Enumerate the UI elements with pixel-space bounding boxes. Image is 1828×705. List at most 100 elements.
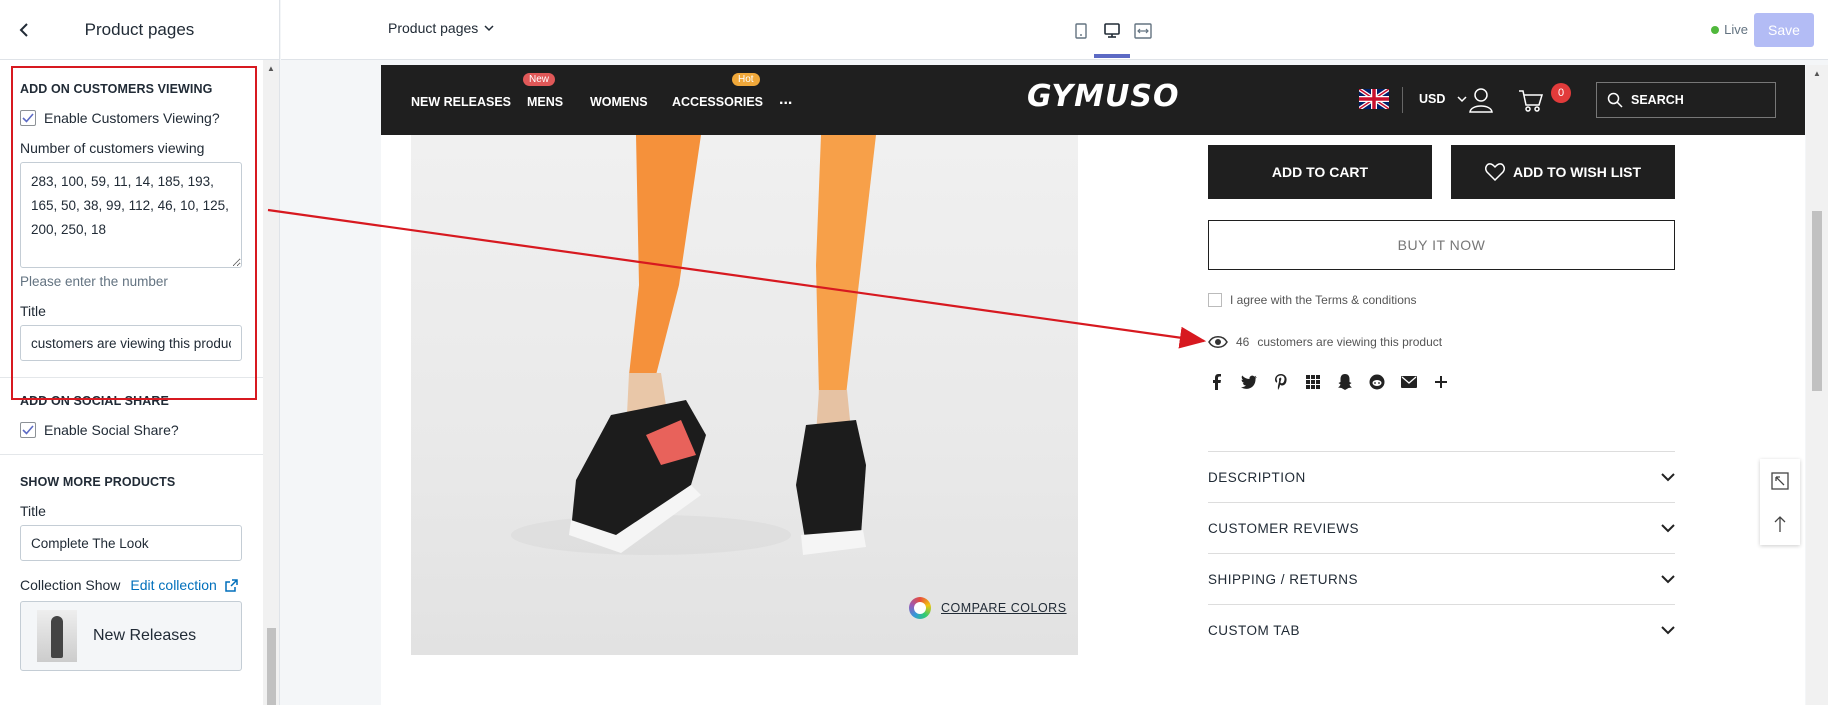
- page-select-dropdown[interactable]: Product pages: [388, 20, 494, 36]
- uk-flag-icon[interactable]: [1359, 89, 1389, 109]
- viewing-title-input[interactable]: [20, 325, 242, 361]
- tab-shipping-returns[interactable]: SHIPPING / RETURNS: [1208, 553, 1675, 604]
- collection-thumbnail: [37, 610, 77, 662]
- page-select-label: Product pages: [388, 20, 479, 36]
- collection-row: Collection Show Edit collection: [20, 577, 244, 593]
- settings-sidebar: Product pages ADD ON CUSTOMERS VIEWING E…: [0, 0, 280, 705]
- arrow-up-icon[interactable]: [1773, 515, 1787, 533]
- scrollbar-thumb[interactable]: [267, 628, 276, 705]
- new-badge: New: [523, 73, 556, 86]
- scroll-up-arrow-icon[interactable]: ▲: [1813, 69, 1821, 78]
- nav-accessories[interactable]: Hot ACCESSORIES: [672, 73, 763, 109]
- section-heading: ADD ON CUSTOMERS VIEWING: [20, 82, 213, 96]
- tab-description[interactable]: DESCRIPTION: [1208, 451, 1675, 502]
- chevron-down-icon: [484, 24, 494, 31]
- buy-it-now-button[interactable]: BUY IT NOW: [1208, 220, 1675, 270]
- checkbox[interactable]: [1208, 293, 1222, 307]
- save-button[interactable]: Save: [1754, 13, 1814, 47]
- enable-customers-viewing-checkbox[interactable]: Enable Customers Viewing?: [20, 110, 244, 126]
- edit-collection-link[interactable]: Edit collection: [130, 577, 216, 593]
- sidebar-title: Product pages: [84, 19, 195, 39]
- compare-colors-label: COMPARE COLORS: [941, 601, 1067, 615]
- live-status: Live: [1711, 22, 1748, 37]
- twitter-icon[interactable]: [1240, 373, 1258, 391]
- currency-select[interactable]: USD: [1419, 92, 1467, 106]
- mobile-icon: [1075, 23, 1087, 39]
- chevron-down-icon: [1661, 523, 1675, 532]
- section-heading: SHOW MORE PRODUCTS: [20, 475, 176, 489]
- enable-social-share-checkbox[interactable]: Enable Social Share?: [20, 422, 244, 438]
- external-link-icon[interactable]: [225, 578, 238, 592]
- title-field-label: Title: [20, 503, 46, 519]
- live-label: Live: [1724, 22, 1748, 37]
- nav-mens-label: MENS: [527, 95, 564, 109]
- tab-label: SHIPPING / RETURNS: [1208, 571, 1359, 587]
- collection-name: New Releases: [93, 627, 197, 644]
- title-field-label: Title: [20, 303, 46, 319]
- account-button[interactable]: [1467, 86, 1495, 114]
- checkbox-checked[interactable]: [20, 422, 36, 438]
- resize-icon[interactable]: [1770, 471, 1790, 491]
- heart-icon: [1485, 163, 1505, 181]
- cart-button[interactable]: [1517, 86, 1545, 114]
- store-preview: NEW RELEASES New MENS WOMENS Hot ACCESSO…: [381, 65, 1805, 705]
- terms-label: I agree with the Terms & conditions: [1230, 293, 1417, 307]
- compare-colors-link[interactable]: COMPARE COLORS: [909, 597, 1067, 619]
- email-icon[interactable]: [1400, 373, 1418, 391]
- scrollbar-thumb[interactable]: [1812, 211, 1822, 391]
- nav-accessories-label: ACCESSORIES: [672, 95, 763, 109]
- device-toggle: [1066, 18, 1159, 58]
- expand-horizontal-icon: [1134, 23, 1152, 39]
- store-header: NEW RELEASES New MENS WOMENS Hot ACCESSO…: [381, 65, 1805, 135]
- more-products-title-input[interactable]: [20, 525, 242, 561]
- back-button[interactable]: [10, 16, 38, 44]
- collection-label: Collection Show: [20, 577, 121, 593]
- sidebar-scrollbar[interactable]: ▲: [263, 60, 279, 705]
- add-to-cart-button[interactable]: ADD TO CART: [1208, 145, 1432, 199]
- help-text: Please enter the number: [20, 274, 168, 289]
- product-image[interactable]: COMPARE COLORS: [411, 135, 1078, 655]
- checkbox-checked[interactable]: [20, 110, 36, 126]
- section-social-share: ADD ON SOCIAL SHARE Enable Social Share?: [0, 378, 264, 455]
- number-of-customers-textarea[interactable]: 283, 100, 59, 11, 14, 185, 193, 165, 50,…: [20, 162, 242, 268]
- nav-mens[interactable]: New MENS: [523, 73, 564, 109]
- floating-tools: [1760, 459, 1800, 545]
- terms-agree-checkbox[interactable]: I agree with the Terms & conditions: [1208, 293, 1417, 307]
- product-photo-legs: [511, 135, 876, 555]
- customers-viewing-indicator: 46 customers are viewing this product: [1208, 335, 1442, 349]
- snapchat-icon[interactable]: [1336, 373, 1354, 391]
- mobile-view-button[interactable]: [1066, 18, 1096, 44]
- scroll-up-arrow-icon[interactable]: ▲: [267, 64, 275, 73]
- reddit-icon[interactable]: [1368, 373, 1386, 391]
- chevron-down-icon: [1661, 625, 1675, 634]
- nav-more[interactable]: ...: [779, 91, 792, 109]
- store-search[interactable]: SEARCH: [1596, 82, 1776, 118]
- user-icon: [1469, 88, 1493, 113]
- tab-custom[interactable]: CUSTOM TAB: [1208, 604, 1675, 655]
- editor-topbar: Product pages Live Save: [281, 0, 1828, 60]
- nav-womens[interactable]: WOMENS: [590, 95, 648, 109]
- tab-customer-reviews[interactable]: CUSTOMER REVIEWS: [1208, 502, 1675, 553]
- plus-share-icon[interactable]: [1432, 373, 1450, 391]
- preview-scrollbar[interactable]: ▲: [1806, 65, 1828, 705]
- desktop-icon: [1104, 23, 1120, 38]
- nav-new-releases[interactable]: NEW RELEASES: [411, 95, 511, 109]
- number-field-label: Number of customers viewing: [20, 140, 205, 156]
- search-icon: [1607, 92, 1623, 108]
- store-logo[interactable]: GYMUSO: [1027, 79, 1179, 114]
- section-heading: ADD ON SOCIAL SHARE: [20, 394, 169, 408]
- collection-card[interactable]: New Releases: [20, 601, 242, 671]
- viewing-count: 46: [1236, 335, 1250, 349]
- facebook-icon[interactable]: [1208, 373, 1226, 391]
- cart-icon: [1519, 90, 1544, 112]
- fullscreen-view-button[interactable]: [1128, 18, 1158, 44]
- grid-share-icon[interactable]: [1304, 373, 1322, 391]
- checkbox-label: Enable Social Share?: [44, 422, 179, 438]
- chevron-down-icon: [1661, 574, 1675, 583]
- desktop-view-button[interactable]: [1094, 18, 1130, 58]
- search-label: SEARCH: [1631, 93, 1684, 107]
- pinterest-icon[interactable]: [1272, 373, 1290, 391]
- color-wheel-icon: [909, 597, 931, 619]
- checkmark-icon: [22, 425, 34, 435]
- add-to-wishlist-button[interactable]: ADD TO WISH LIST: [1451, 145, 1675, 199]
